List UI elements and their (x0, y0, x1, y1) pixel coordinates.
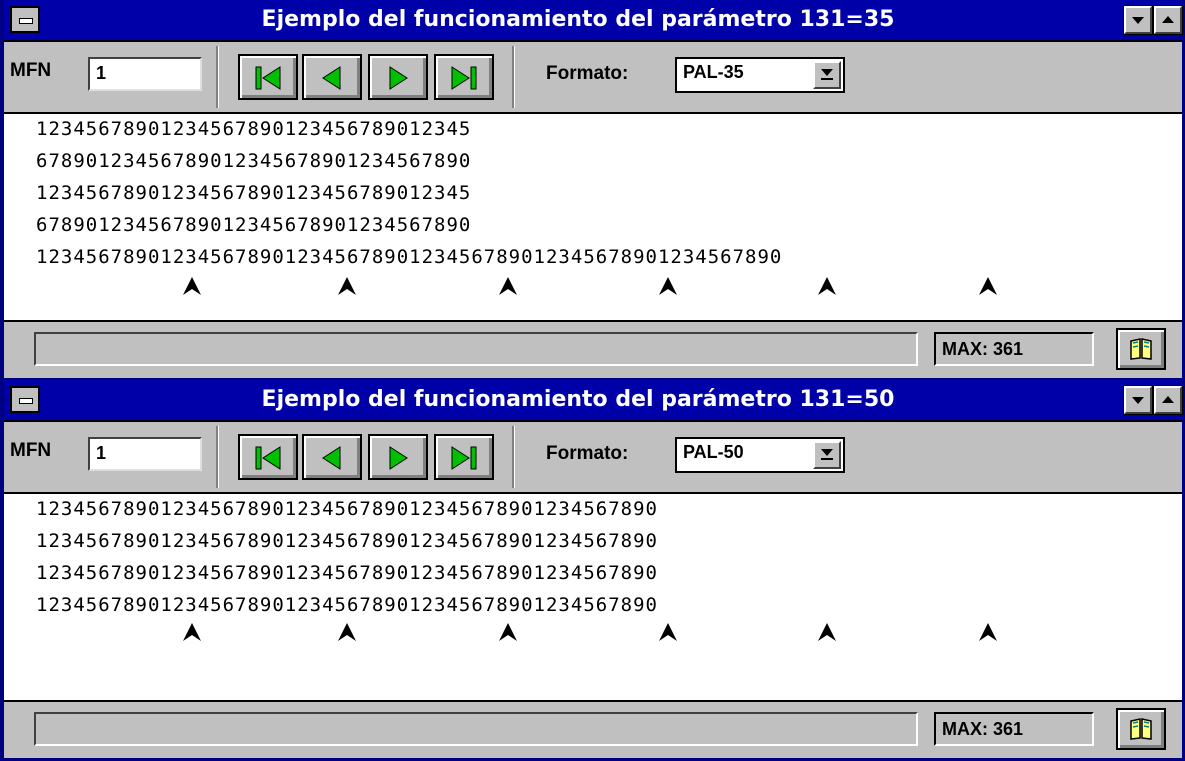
format-label: Formato: (546, 443, 629, 464)
position-marker-icon (338, 623, 356, 641)
title-bar[interactable]: Ejemplo del funcionamiento del parámetro… (4, 380, 1183, 422)
open-book-button[interactable] (1116, 328, 1166, 370)
previous-record-icon (322, 66, 341, 90)
maximize-arrow-icon (1162, 396, 1174, 403)
record-line: 1234567890123456789012345678901234567890… (36, 498, 658, 520)
toolbar: MFN 1 Formato: PAL- (4, 42, 1182, 114)
record-line: 67890123456789012345678901234567890 (36, 214, 472, 236)
last-record-button[interactable] (434, 54, 494, 100)
maximize-button[interactable] (1153, 5, 1183, 35)
mfn-label: MFN (10, 440, 52, 461)
minimize-arrow-icon (1132, 17, 1144, 24)
minimize-button[interactable] (1123, 5, 1153, 35)
window-param-35: Ejemplo del funcionamiento del parámetro… (0, 0, 1185, 381)
status-message-field (34, 332, 918, 366)
next-record-icon (389, 66, 408, 90)
maximize-arrow-icon (1162, 16, 1174, 23)
max-records-label: MAX: 361 (934, 712, 1094, 746)
status-bar: MAX: 361 (4, 702, 1182, 758)
last-record-icon (451, 446, 477, 470)
dropdown-arrow-icon (821, 69, 833, 76)
status-bar: MAX: 361 (4, 322, 1182, 378)
system-menu-button[interactable] (10, 6, 40, 33)
open-book-icon (1130, 338, 1152, 360)
last-record-icon (451, 66, 477, 90)
previous-record-button[interactable] (302, 434, 362, 480)
format-label: Formato: (546, 63, 629, 84)
status-message-field (34, 712, 918, 746)
position-marker-icon (979, 623, 997, 641)
mfn-input[interactable]: 1 (88, 57, 202, 91)
first-record-button[interactable] (238, 54, 298, 100)
first-record-button[interactable] (238, 434, 298, 480)
window-title: Ejemplo del funcionamiento del parámetro… (261, 7, 895, 32)
format-value: PAL-50 (683, 442, 744, 462)
mfn-label: MFN (10, 60, 52, 81)
window-title: Ejemplo del funcionamiento del parámetro… (261, 387, 895, 412)
mfn-input[interactable]: 1 (88, 437, 202, 471)
format-dropdown-button[interactable] (813, 441, 841, 469)
first-record-icon (255, 446, 281, 470)
first-record-icon (255, 66, 281, 90)
window-param-50: Ejemplo del funcionamiento del parámetro… (0, 380, 1185, 761)
open-book-button[interactable] (1116, 708, 1166, 750)
toolbar: MFN 1 Formato: PAL- (4, 422, 1182, 494)
position-marker-icon (818, 277, 836, 295)
format-dropdown-button[interactable] (813, 61, 841, 89)
position-marker-icon (183, 623, 201, 641)
system-menu-icon (19, 398, 33, 404)
position-marker-icon (818, 623, 836, 641)
last-record-button[interactable] (434, 434, 494, 480)
position-marker-icon (499, 623, 517, 641)
record-line: 67890123456789012345678901234567890 (36, 150, 472, 172)
system-menu-button[interactable] (10, 386, 40, 413)
toolbar-separator (512, 46, 515, 108)
toolbar-separator (512, 426, 515, 488)
position-marker-icon (979, 277, 997, 295)
next-record-icon (389, 446, 408, 470)
record-line: 1234567890123456789012345678901234567890… (36, 594, 658, 616)
format-select[interactable]: PAL-50 (675, 437, 845, 473)
toolbar-separator (216, 46, 219, 108)
record-line: 1234567890123456789012345678901234567890… (36, 562, 658, 584)
record-line: 1234567890123456789012345678901234567890… (36, 246, 783, 268)
system-menu-icon (19, 18, 33, 24)
position-marker-icon (659, 623, 677, 641)
position-marker-icon (338, 277, 356, 295)
format-value: PAL-35 (683, 62, 744, 82)
previous-record-icon (322, 446, 341, 470)
format-select[interactable]: PAL-35 (675, 57, 845, 93)
title-bar[interactable]: Ejemplo del funcionamiento del parámetro… (4, 0, 1183, 42)
record-line: 12345678901234567890123456789012345 (36, 118, 472, 140)
open-book-icon (1130, 718, 1152, 740)
minimize-button[interactable] (1123, 385, 1153, 415)
max-records-label: MAX: 361 (934, 332, 1094, 366)
position-marker-icon (499, 277, 517, 295)
next-record-button[interactable] (368, 434, 428, 480)
minimize-arrow-icon (1132, 397, 1144, 404)
next-record-button[interactable] (368, 54, 428, 100)
record-line: 12345678901234567890123456789012345 (36, 182, 472, 204)
record-display[interactable]: 1234567890123456789012345678901234567890… (4, 494, 1182, 702)
position-marker-icon (659, 277, 677, 295)
dropdown-arrow-icon (821, 449, 833, 456)
position-marker-icon (183, 277, 201, 295)
record-line: 1234567890123456789012345678901234567890… (36, 530, 658, 552)
toolbar-separator (216, 426, 219, 488)
record-display[interactable]: 12345678901234567890123456789012345 6789… (4, 114, 1182, 322)
previous-record-button[interactable] (302, 54, 362, 100)
maximize-button[interactable] (1153, 385, 1183, 415)
